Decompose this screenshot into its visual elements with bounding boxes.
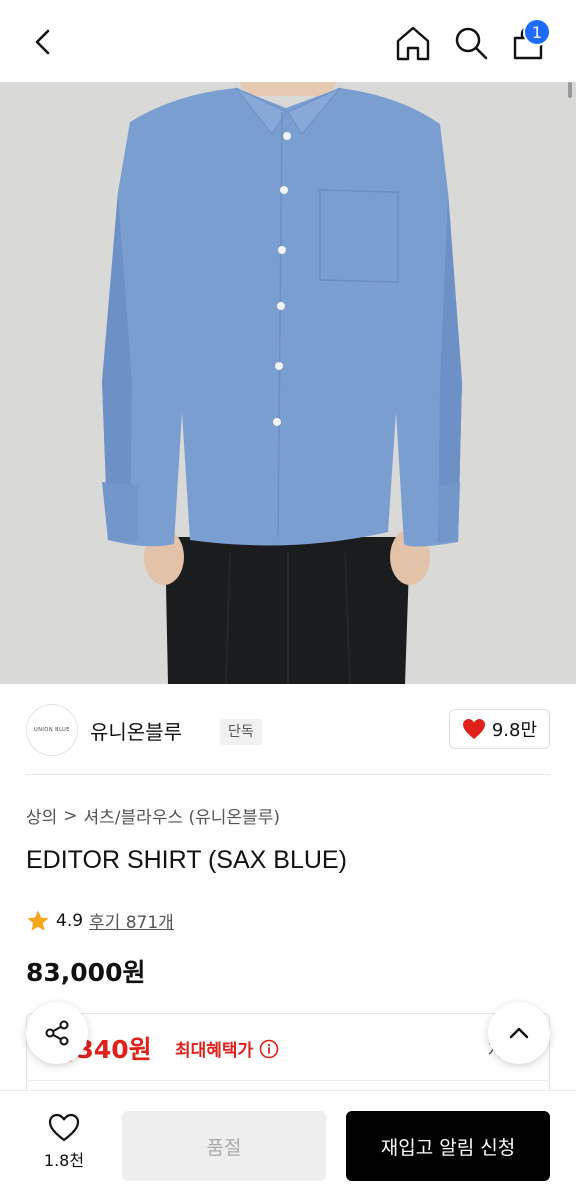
share-button[interactable]	[26, 1002, 88, 1064]
home-button[interactable]	[390, 20, 436, 66]
home-icon	[396, 26, 430, 61]
brand-logo[interactable]: UNION BLUE	[26, 704, 78, 756]
brand-like-button[interactable]: 9.8만	[448, 709, 550, 749]
product-image[interactable]	[0, 82, 576, 684]
heart-outline-icon	[48, 1113, 80, 1142]
star-icon	[27, 910, 49, 931]
soldout-button: 품절	[122, 1111, 326, 1181]
section-divider	[26, 774, 550, 775]
review-count-link[interactable]: 후기 871개	[89, 908, 174, 933]
top-navigation-bar: 1	[0, 0, 576, 82]
exclusive-badge: 단독	[220, 719, 262, 745]
breadcrumb-separator: >	[63, 805, 78, 826]
rating-row: 4.9 후기 871개	[26, 908, 174, 933]
wishlist-count: 1.8천	[43, 1151, 85, 1170]
bottom-action-bar: 1.8천 품절 재입고 알림 신청	[0, 1090, 576, 1200]
chevron-up-icon	[509, 1027, 529, 1039]
info-icon	[259, 1039, 279, 1058]
image-scroll-indicator	[568, 82, 572, 98]
brand-name[interactable]: 유니온블루	[90, 716, 182, 745]
search-button[interactable]	[448, 20, 494, 66]
breadcrumb-item-subcategory[interactable]: 셔츠/블라우스 (유니온블루)	[84, 803, 280, 828]
restock-alert-button[interactable]: 재입고 알림 신청	[346, 1111, 550, 1181]
breadcrumb-item-category[interactable]: 상의	[26, 803, 57, 828]
brand-row: UNION BLUE 유니온블루 단독 9.8만	[26, 704, 550, 756]
cart-count-badge: 1	[523, 18, 551, 46]
max-benefit-label[interactable]: 최대혜택가	[175, 1036, 279, 1061]
brand-logo-text: UNION BLUE	[34, 727, 70, 733]
share-icon	[45, 1020, 69, 1046]
heart-icon	[462, 719, 485, 739]
search-icon	[455, 27, 488, 60]
rating-score: 4.9	[56, 910, 84, 931]
benefit-divider	[27, 1080, 549, 1081]
brand-like-count: 9.8만	[491, 720, 537, 741]
wishlist-button[interactable]: 1.8천	[26, 1113, 102, 1183]
max-benefit-text: 최대혜택가	[175, 1041, 254, 1061]
scroll-to-top-button[interactable]	[488, 1002, 550, 1064]
product-price: 83,000원	[26, 958, 146, 987]
chevron-left-icon	[35, 29, 50, 55]
breadcrumb: 상의 > 셔츠/블라우스 (유니온블루)	[26, 803, 280, 829]
product-title: EDITOR SHIRT (SAX BLUE)	[26, 846, 347, 874]
shirt-photo	[0, 82, 576, 684]
back-button[interactable]	[22, 20, 66, 64]
